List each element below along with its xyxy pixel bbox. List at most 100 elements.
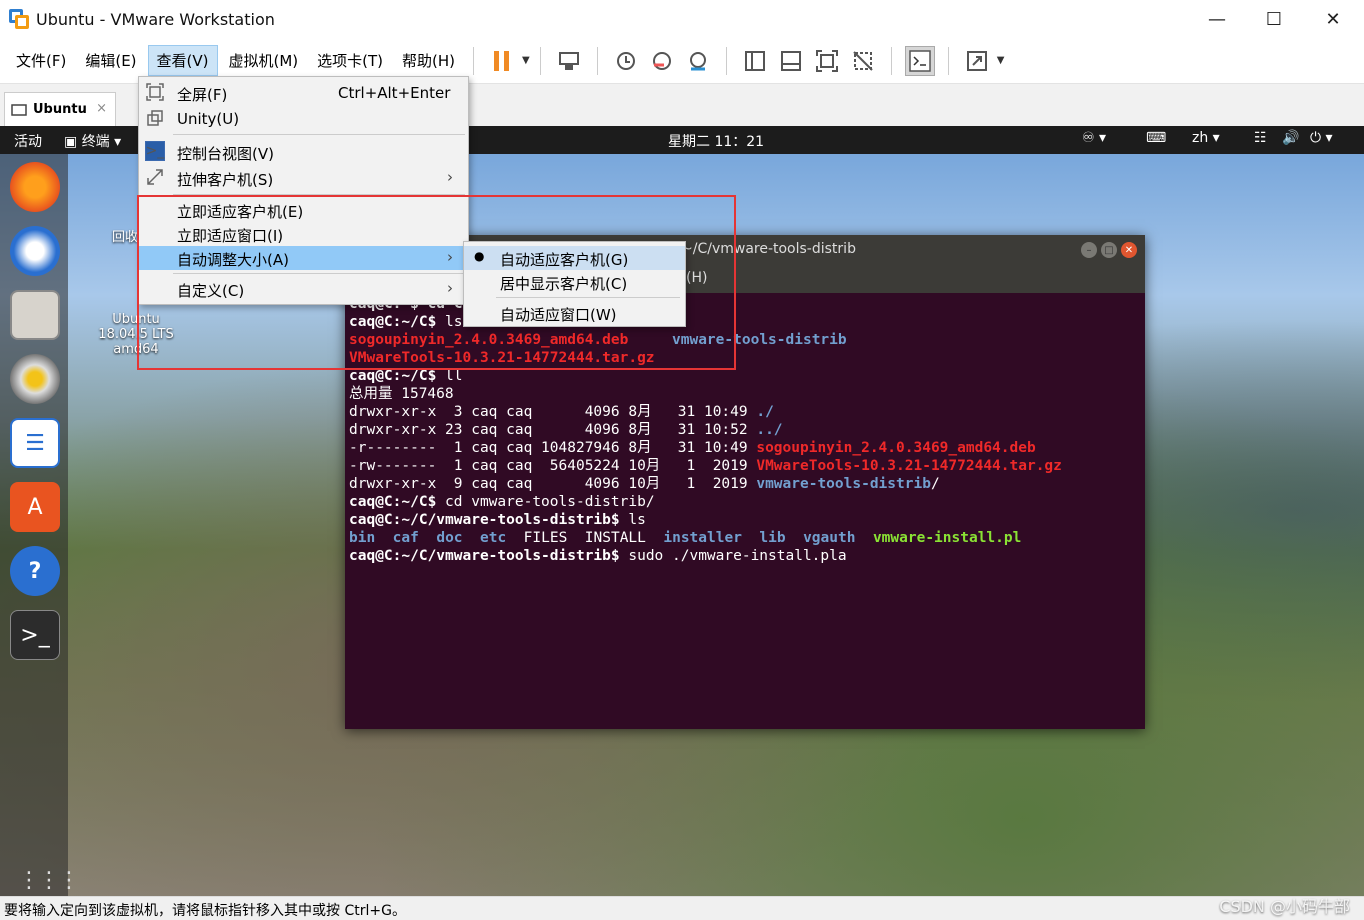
trash-desktop-label[interactable]: 回收 — [112, 226, 138, 245]
writer-icon[interactable]: ☰ — [10, 418, 60, 468]
submenu-item-autofit-window[interactable]: 自动适应窗口(W) — [464, 301, 685, 325]
app-menu[interactable]: ▣ 终端 ▾ — [64, 131, 121, 151]
network-icon[interactable]: ☷ — [1254, 130, 1267, 146]
terminal-line: -rw------- 1 caq caq 56405224 10月 1 2019… — [349, 457, 1141, 475]
console-view-icon: >_ — [145, 141, 165, 161]
terminal-text: doc — [436, 530, 463, 546]
view-menu: 全屏(F) Ctrl+Alt+Enter Unity(U) >_ 控制台视图(V… — [138, 76, 469, 305]
show-library-icon[interactable] — [740, 46, 770, 76]
unity-icon[interactable] — [848, 46, 878, 76]
menu-item-label: Unity(U) — [177, 110, 240, 128]
menu-item-label: 立即适应客户机(E) — [177, 203, 304, 221]
thumbnail-bar-icon[interactable] — [776, 46, 806, 76]
chevron-down-icon[interactable]: ▼ — [522, 55, 530, 66]
menu-item-autosize[interactable]: 自动调整大小(A) › — [139, 246, 468, 270]
menu-vm[interactable]: 虚拟机(M) — [221, 46, 307, 75]
menu-file[interactable]: 文件(F) — [8, 46, 74, 75]
toolbar-divider — [596, 46, 598, 75]
maximize-button[interactable]: ☐ — [1244, 0, 1304, 38]
tab-close-icon[interactable]: × — [96, 101, 107, 116]
terminal-text: -rw------- 1 caq caq 56405224 10月 1 2019 — [349, 458, 757, 474]
menu-tabs[interactable]: 选项卡(T) — [309, 46, 391, 75]
terminal-text: caq@C:~/C$ — [349, 314, 446, 330]
fullscreen-icon — [145, 82, 165, 102]
send-ctrl-alt-del-icon[interactable] — [554, 46, 584, 76]
menu-item-fullscreen[interactable]: 全屏(F) Ctrl+Alt+Enter — [139, 81, 468, 105]
menu-help[interactable]: 帮助(H) — [394, 46, 463, 75]
menu-item-console-view[interactable]: >_ 控制台视图(V) — [139, 140, 468, 164]
rhythmbox-icon[interactable] — [10, 354, 60, 404]
terminal-text: caq@C:~/C/vmware-tools-distrib$ — [349, 512, 629, 528]
title-bar: Ubuntu - VMware Workstation — ☐ ✕ — [0, 0, 1364, 38]
minimize-button[interactable]: — — [1187, 0, 1247, 38]
menu-item-fit-guest-now[interactable]: 立即适应客户机(E) — [139, 198, 468, 222]
terminal-text: ./ — [756, 404, 774, 420]
menu-item-label: 控制台视图(V) — [177, 145, 274, 163]
minimize-icon[interactable]: – — [1081, 242, 1097, 258]
terminal-text: VMwareTools-10.3.21-14772444.tar.gz — [756, 458, 1062, 474]
software-center-icon[interactable]: A — [10, 482, 60, 532]
submenu-item-center-guest[interactable]: 居中显示客户机(C) — [464, 270, 685, 294]
revert-snapshot-icon[interactable] — [647, 46, 677, 76]
menu-separator — [496, 297, 680, 298]
close-icon[interactable]: ✕ — [1121, 242, 1137, 258]
menu-item-unity[interactable]: Unity(U) — [139, 107, 468, 131]
terminal-text: FILES INSTALL — [506, 530, 664, 546]
menu-view[interactable]: 查看(V) — [147, 45, 218, 76]
menu-separator — [173, 194, 465, 195]
power-icon[interactable]: ⏻ ▾ — [1310, 130, 1333, 146]
chevron-right-icon: › — [447, 168, 453, 186]
submenu-item-autofit-guest[interactable]: ● 自动适应客户机(G) — [464, 246, 685, 270]
activities-button[interactable]: 活动 — [14, 131, 42, 151]
menu-item-stretch-guest[interactable]: 拉伸客户机(S) › — [139, 166, 468, 190]
terminal-menu-help[interactable]: (H) — [686, 270, 707, 286]
stretch-icon — [145, 167, 165, 187]
fullscreen-icon[interactable] — [812, 46, 842, 76]
terminal-text: cd vmware-tools-distrib/ — [445, 494, 655, 510]
firefox-icon[interactable] — [10, 162, 60, 212]
snapshot-icon[interactable] — [611, 46, 641, 76]
close-button[interactable]: ✕ — [1303, 0, 1363, 38]
terminal-text: sudo ./vmware-install.pla — [628, 548, 847, 564]
terminal-icon[interactable]: >_ — [10, 610, 60, 660]
files-icon[interactable] — [10, 290, 60, 340]
terminal-text: 总用量 157468 — [349, 386, 454, 402]
menu-item-label: 自定义(C) — [177, 282, 245, 300]
console-view-icon[interactable] — [904, 45, 935, 76]
terminal-text: drwxr-xr-x 3 caq caq 4096 8月 31 10:49 — [349, 404, 757, 420]
chevron-down-icon[interactable]: ▼ — [997, 55, 1005, 66]
terminal-line: 总用量 157468 — [349, 385, 1141, 403]
thunderbird-icon[interactable] — [10, 226, 60, 276]
accessibility-icon[interactable]: ♾ ▾ — [1082, 130, 1106, 146]
language-indicator[interactable]: zh ▾ — [1192, 130, 1220, 146]
terminal-text: caf — [392, 530, 419, 546]
clock[interactable]: 星期二 11：21 — [668, 131, 764, 151]
terminal-text: sogoupinyin_2.4.0.3469_amd64.deb — [349, 332, 629, 348]
snapshot-manager-icon[interactable] — [683, 46, 713, 76]
tab-ubuntu[interactable]: Ubuntu × — [4, 92, 116, 126]
terminal-line: drwxr-xr-x 3 caq caq 4096 8月 31 10:49 ./ — [349, 403, 1141, 421]
keyboard-icon[interactable]: ⌨ — [1146, 130, 1166, 146]
menu-item-fit-window-now[interactable]: 立即适应窗口(I) — [139, 222, 468, 246]
terminal-text: drwxr-xr-x 23 caq caq 4096 8月 31 10:52 — [349, 422, 757, 438]
pause-icon[interactable] — [487, 46, 517, 76]
terminal-line: caq@C:~/C/vmware-tools-distrib$ ls — [349, 511, 1141, 529]
stretch-icon[interactable] — [962, 46, 992, 76]
unity-icon — [145, 108, 165, 128]
help-icon[interactable]: ? — [10, 546, 60, 596]
menu-edit[interactable]: 编辑(E) — [77, 46, 144, 75]
terminal-text: sogoupinyin_2.4.0.3469_amd64.deb — [756, 440, 1036, 456]
terminal-output[interactable]: caq@C:~$ cd Ccaq@C:~/C$ lssogoupinyin_2.… — [349, 295, 1141, 565]
terminal-text: lib — [759, 530, 786, 546]
volume-icon[interactable]: 🔊 — [1282, 130, 1299, 146]
maximize-icon[interactable]: □ — [1101, 242, 1117, 258]
dvd-desktop-label[interactable]: Ubuntu 18.04.5 LTS amd64 — [96, 312, 176, 357]
menu-item-customize[interactable]: 自定义(C) › — [139, 277, 468, 301]
vmware-logo-icon — [8, 8, 30, 30]
show-applications-icon[interactable]: ⋮⋮⋮ — [18, 868, 80, 893]
terminal-text: ../ — [756, 422, 783, 438]
menu-separator — [173, 134, 465, 135]
